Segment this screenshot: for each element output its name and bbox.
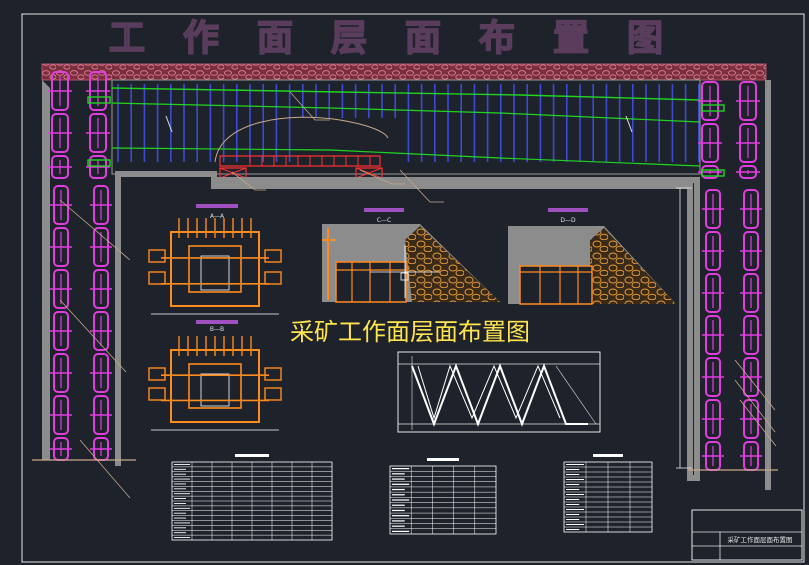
section-core <box>200 373 230 407</box>
table-cell-fill <box>392 520 405 522</box>
section-side-block <box>264 367 282 381</box>
table-cell-fill <box>174 464 190 465</box>
header-title: 工作面层面布置图 <box>109 18 701 59</box>
section-d-label-bar <box>548 208 588 212</box>
support-column-left-top-b <box>86 71 110 179</box>
overlay-label: 采矿工作面层面布置图 <box>290 318 530 346</box>
table-cell-fill <box>566 529 580 530</box>
table-cell-fill <box>392 483 410 485</box>
left-entry-wall-outer <box>42 80 50 460</box>
section-inner-frame <box>188 245 242 293</box>
left-entry-wall-inner <box>115 174 121 466</box>
table-title-bar <box>235 454 269 457</box>
section-b-label: B—B <box>210 326 224 333</box>
data-table-right <box>563 454 653 533</box>
section-a-label-bar <box>196 204 238 208</box>
support-column-right-b <box>740 189 762 471</box>
section-c-drawing <box>322 224 500 303</box>
section-side-block <box>148 367 166 381</box>
section-side-block <box>148 271 166 285</box>
table-cell-fill <box>174 488 186 490</box>
table-title-bar <box>593 454 623 457</box>
table-cell-fill <box>392 509 405 512</box>
support-column-right-top-a <box>698 81 722 179</box>
section-c-label: C—C <box>377 217 391 224</box>
table-cell-fill <box>174 517 186 519</box>
table-cell-fill <box>392 504 405 506</box>
table-cell-fill <box>566 514 580 515</box>
gate-marker <box>701 104 725 112</box>
section-inner-frame <box>188 363 242 409</box>
right-entry-wall-outer <box>765 80 771 490</box>
support-load-graph <box>397 351 601 433</box>
table-cell-fill <box>566 509 584 510</box>
table-cell-fill <box>392 499 410 501</box>
table-cell-fill <box>392 473 405 475</box>
section-core <box>200 255 230 291</box>
table-cell-fill <box>392 530 410 532</box>
table-cell-fill <box>392 515 410 517</box>
data-table-middle <box>389 458 497 535</box>
table-cell-fill <box>174 503 186 504</box>
section-a-drawing <box>148 218 282 315</box>
table-cell-fill <box>174 483 186 485</box>
title-block: 采矿工作面层面布置图 <box>691 509 803 561</box>
table-cell-fill <box>392 468 410 470</box>
table-cell-fill <box>174 532 186 534</box>
table-cell-fill <box>174 512 186 514</box>
section-side-block <box>264 271 282 285</box>
section-frame <box>170 231 260 307</box>
table-cell-fill <box>174 527 186 529</box>
table-cell-fill <box>566 499 580 500</box>
table-cell-fill <box>392 488 405 491</box>
table-title-bar <box>427 458 459 461</box>
section-side-block <box>148 249 166 263</box>
table-cell-fill <box>566 469 580 470</box>
table-cell-fill <box>392 525 405 527</box>
title-block-text: 采矿工作面层面布置图 <box>728 535 793 544</box>
table-cell-fill <box>174 478 190 480</box>
table-cell-fill <box>566 519 580 520</box>
support-column-left-b <box>90 185 112 461</box>
support-column-left-a <box>50 185 72 461</box>
table-cell-fill <box>566 504 580 505</box>
table-cell-fill <box>566 489 580 490</box>
section-d-label: D—D <box>560 217 576 224</box>
support-column-right-top-b <box>736 81 760 179</box>
roof-rock-band <box>41 63 767 81</box>
table-cell-fill <box>566 479 584 480</box>
section-d-drawing <box>508 226 676 305</box>
support-column-right-a <box>702 189 724 471</box>
section-b-drawing <box>148 336 282 431</box>
section-c-label-bar <box>364 208 404 212</box>
support-column-left-top-a <box>48 71 72 179</box>
table-cell-fill <box>392 494 405 496</box>
gate-marker <box>701 169 725 177</box>
section-a-label: A—A <box>210 213 225 220</box>
cad-drawing-canvas: 工作面层面布置图 A—A B—B C—C D—D 采矿工作面层面布置图 采矿工作… <box>21 13 805 563</box>
data-table-left <box>171 454 333 541</box>
table-cell-fill <box>174 493 190 495</box>
table-cell-fill <box>392 478 405 480</box>
table-cell-fill <box>174 498 186 499</box>
table-cell-fill <box>566 484 580 485</box>
table-cell-fill <box>174 473 186 475</box>
section-b-label-bar <box>196 320 238 324</box>
section-side-block <box>264 249 282 263</box>
table-cell-fill <box>174 468 186 470</box>
section-frame <box>170 349 260 423</box>
table-cell-fill <box>174 537 190 538</box>
table-cell-fill <box>566 464 584 465</box>
table-cell-fill <box>174 522 190 524</box>
table-cell-fill <box>174 507 190 509</box>
section-side-block <box>264 387 282 401</box>
table-cell-fill <box>566 474 580 475</box>
table-cell-fill <box>566 494 584 495</box>
table-cell-fill <box>566 524 584 525</box>
face-gallery <box>111 79 701 179</box>
section-side-block <box>148 387 166 401</box>
data-tables <box>171 454 653 541</box>
